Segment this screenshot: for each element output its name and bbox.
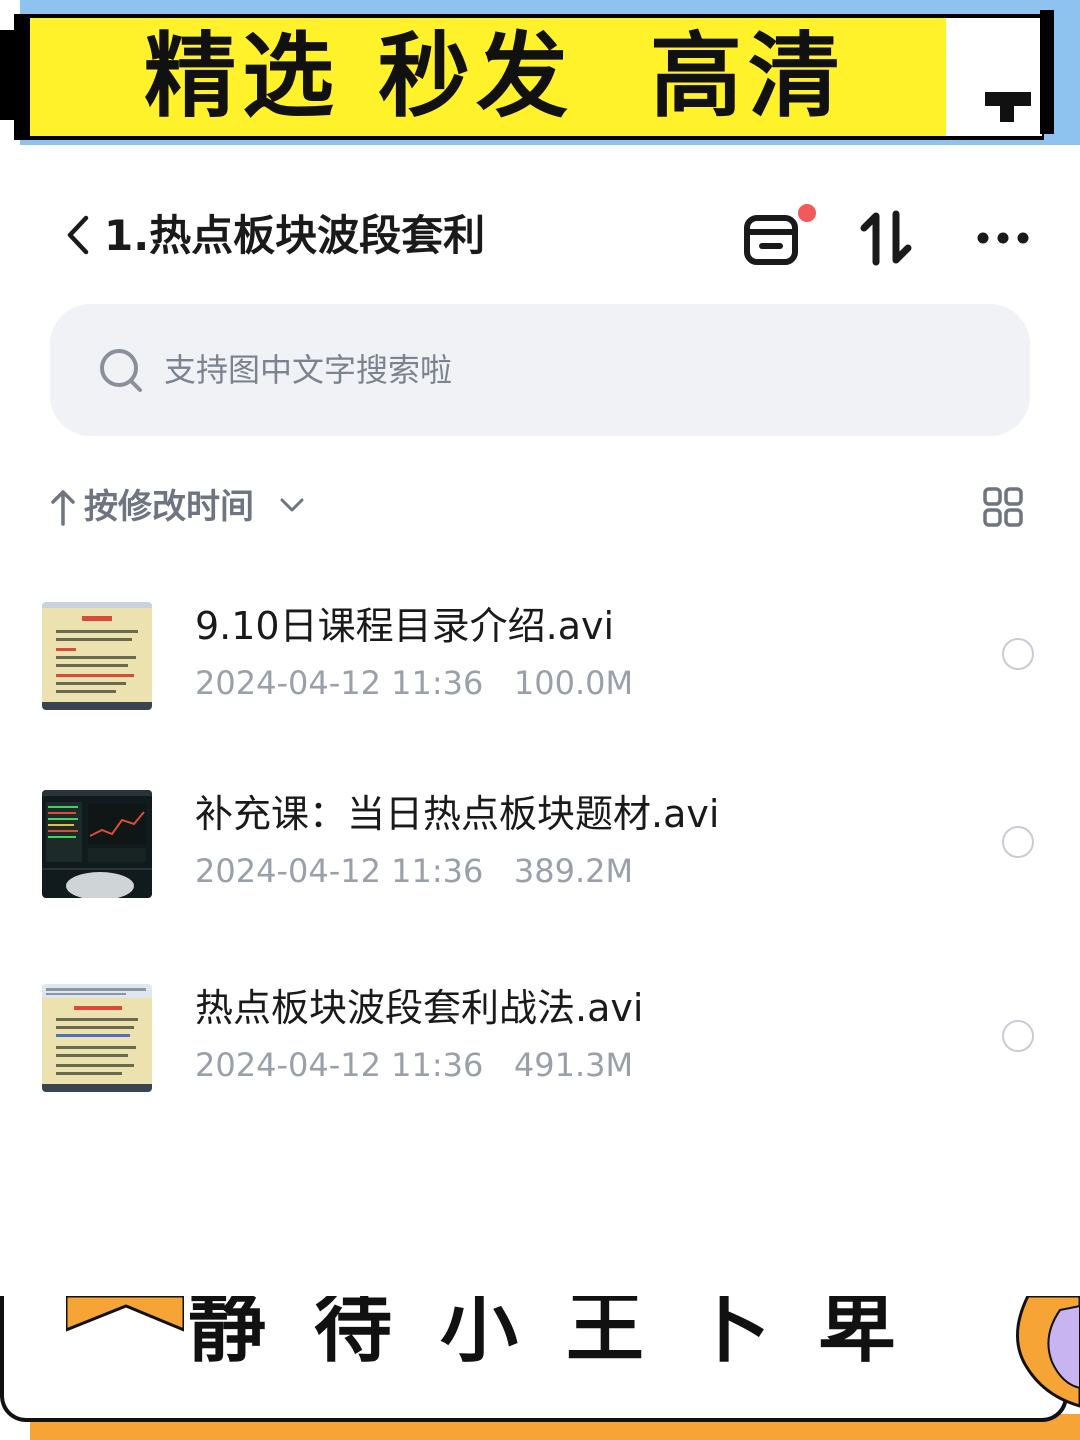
banner-decor <box>1000 104 1014 122</box>
file-date: 2024-04-12 11:36 <box>195 1046 484 1084</box>
banner-text: 精选 秒发 高清 <box>143 23 847 130</box>
file-meta: 2024-04-12 11:36 491.3M <box>195 1042 633 1088</box>
box-icon[interactable] <box>742 210 800 266</box>
banner-decor <box>66 1296 184 1332</box>
select-radio[interactable] <box>1002 1020 1034 1052</box>
search-placeholder: 支持图中文字搜索啦 <box>164 351 453 389</box>
file-size: 491.3M <box>513 1046 634 1084</box>
file-name: 9.10日课程目录介绍.avi <box>195 604 615 648</box>
search-icon <box>100 349 142 392</box>
banner-decor <box>946 18 1042 136</box>
banner-decor <box>1016 1296 1080 1408</box>
file-size: 100.0M <box>513 664 634 702</box>
chevron-down-icon[interactable] <box>278 494 306 516</box>
top-banner: 精选 秒发 高清 <box>0 0 1080 145</box>
search-input[interactable]: 支持图中文字搜索啦 <box>50 304 1030 436</box>
list-item[interactable]: 补充课：当日热点板块题材.avi 2024-04-12 11:36 389.2M <box>0 768 1080 918</box>
bottom-banner-text: 静待小王卜卑 <box>188 1296 945 1373</box>
sort-label[interactable]: 按修改时间 <box>84 480 254 534</box>
arrow-up-icon[interactable] <box>50 488 76 526</box>
sort-bar: 按修改时间 <box>50 478 1030 538</box>
folder-header: 1.热点板块波段套利 <box>0 180 1080 290</box>
file-name: 补充课：当日热点板块题材.avi <box>195 792 720 836</box>
bottom-banner: 静待小王卜卑 <box>0 1296 1080 1440</box>
video-thumbnail <box>42 790 152 898</box>
banner-decor <box>0 30 14 120</box>
file-size: 389.2M <box>513 852 634 890</box>
grid-icon[interactable] <box>982 486 1024 528</box>
banner-yellow-panel: 精选 秒发 高清 <box>30 18 960 136</box>
sort-icon[interactable] <box>860 210 912 266</box>
notification-dot <box>798 204 816 222</box>
file-name: 热点板块波段套利战法.avi <box>195 986 644 1030</box>
banner-decor <box>1040 10 1054 134</box>
select-radio[interactable] <box>1002 638 1034 670</box>
file-meta: 2024-04-12 11:36 389.2M <box>195 848 633 894</box>
page-title: 1.热点板块波段套利 <box>104 211 486 260</box>
more-icon[interactable] <box>975 228 1031 248</box>
list-item[interactable]: 9.10日课程目录介绍.avi 2024-04-12 11:36 100.0M <box>0 580 1080 730</box>
file-meta: 2024-04-12 11:36 100.0M <box>195 660 633 706</box>
list-item[interactable]: 热点板块波段套利战法.avi 2024-04-12 11:36 491.3M <box>0 962 1080 1112</box>
back-icon[interactable] <box>62 214 92 256</box>
select-radio[interactable] <box>1002 826 1034 858</box>
video-thumbnail <box>42 984 152 1092</box>
video-thumbnail <box>42 602 152 710</box>
file-date: 2024-04-12 11:36 <box>195 664 484 702</box>
file-date: 2024-04-12 11:36 <box>195 852 484 890</box>
